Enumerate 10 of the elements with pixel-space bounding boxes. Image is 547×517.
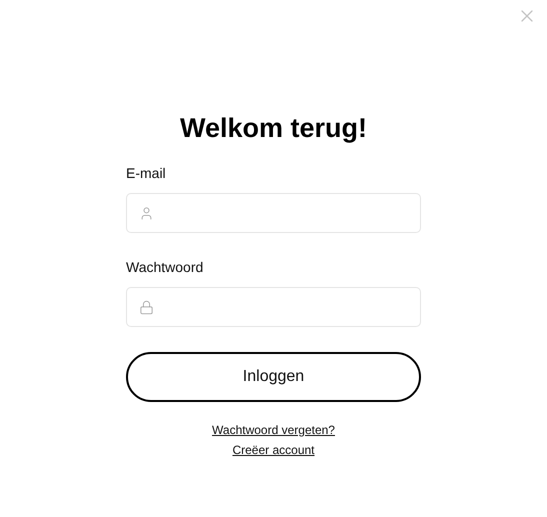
input-field[interactable] <box>126 287 421 327</box>
login-button[interactable]: Inloggen <box>126 352 421 402</box>
text-link[interactable]: Creëer account <box>232 442 315 458</box>
lock-icon <box>139 300 154 314</box>
field-label: E-mail <box>126 164 167 182</box>
input-field[interactable] <box>126 193 421 233</box>
field-label: Wachtwoord <box>126 258 204 276</box>
text-link[interactable]: Wachtwoord vergeten? <box>212 422 335 438</box>
person-icon <box>139 206 154 220</box>
page-title: Welkom terug! <box>180 112 368 145</box>
